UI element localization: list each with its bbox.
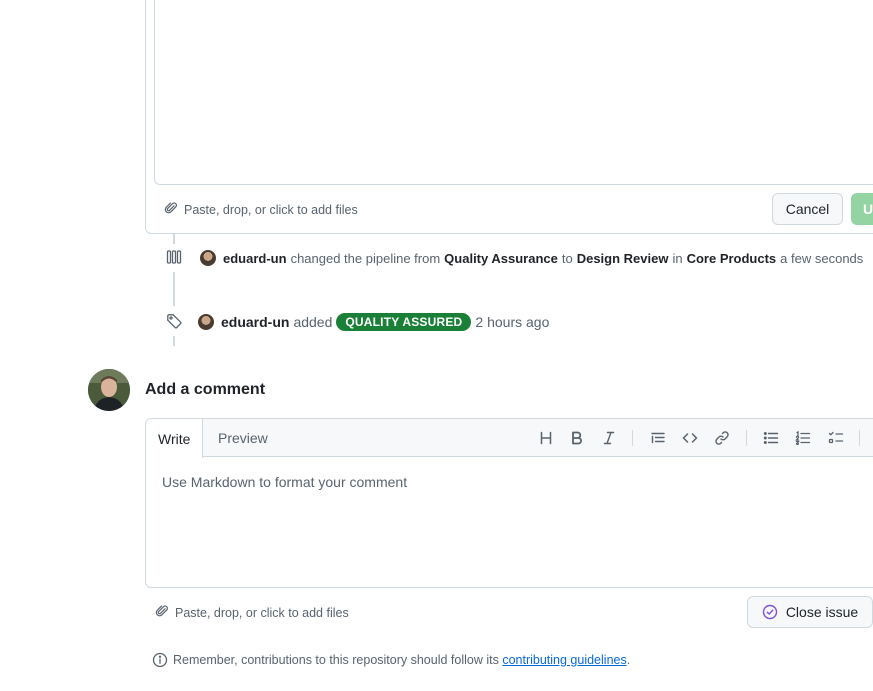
tab-write[interactable]: Write [146,419,204,458]
quote-icon[interactable] [647,428,669,448]
event-timestamp[interactable]: a few seconds [780,251,863,266]
unordered-list-icon[interactable] [760,428,782,448]
label-event-badge [160,308,188,336]
toolbar-divider [632,430,633,446]
pipeline-event-badge [160,244,188,272]
tag-icon [166,313,182,332]
event-user-link[interactable]: eduard-un [223,251,287,266]
issue-closed-icon [762,604,778,620]
contribution-note: Remember, contributions to this reposito… [152,652,630,668]
event-user-link[interactable]: eduard-un [221,314,289,330]
update-comment-button[interactable]: U [851,193,873,225]
label-added-event: eduard-un added QUALITY ASSURED 2 hours … [198,313,549,331]
ordered-list-icon[interactable] [792,428,814,448]
event-timestamp[interactable]: 2 hours ago [475,314,549,330]
paperclip-icon [164,201,178,218]
event-text: changed the pipeline from [290,250,441,266]
comment-editor: Write Preview Use Markdown to format you… [145,418,873,588]
tab-preview[interactable]: Preview [218,419,268,457]
columns-icon [166,249,182,268]
paperclip-icon [155,604,169,621]
pipeline-from: Quality Assurance [444,250,558,266]
avatar[interactable] [200,250,216,266]
info-icon [152,652,168,668]
heading-icon[interactable] [535,428,557,448]
contributing-guidelines-link[interactable]: contributing guidelines [502,653,626,667]
edit-attach-files[interactable]: Paste, drop, or click to add files [164,201,358,218]
comment-textarea[interactable]: Use Markdown to format your comment [162,474,407,490]
edit-comment-textarea[interactable] [154,0,873,185]
pipeline-change-event: eduard-un changed the pipeline from Qual… [200,250,863,266]
edit-attach-label: Paste, drop, or click to add files [184,202,358,217]
project-name[interactable]: Core Products [687,251,777,266]
note-end: . [626,653,631,667]
toolbar-divider [859,430,860,446]
code-icon[interactable] [679,428,701,448]
add-comment-title: Add a comment [145,381,266,398]
cancel-button[interactable]: Cancel [772,193,843,225]
event-text: in [672,250,683,266]
avatar[interactable] [198,314,214,330]
bold-icon[interactable] [566,428,588,448]
pipeline-to: Design Review [576,250,669,266]
link-icon[interactable] [711,428,733,448]
task-list-icon[interactable] [825,428,847,448]
close-issue-label: Close issue [785,604,859,620]
toolbar-divider [746,430,747,446]
editor-toolbar: Write Preview [146,419,873,458]
event-text: to [561,250,573,266]
label-pill[interactable]: QUALITY ASSURED [336,313,472,331]
comment-attach-files[interactable]: Paste, drop, or click to add files [155,604,349,621]
note-text: Remember, contributions to this reposito… [173,653,499,667]
comment-attach-label: Paste, drop, or click to add files [175,605,349,620]
close-issue-button[interactable]: Close issue [747,596,873,628]
avatar[interactable] [88,369,130,411]
italic-icon[interactable] [598,428,620,448]
event-text: added [293,314,333,330]
